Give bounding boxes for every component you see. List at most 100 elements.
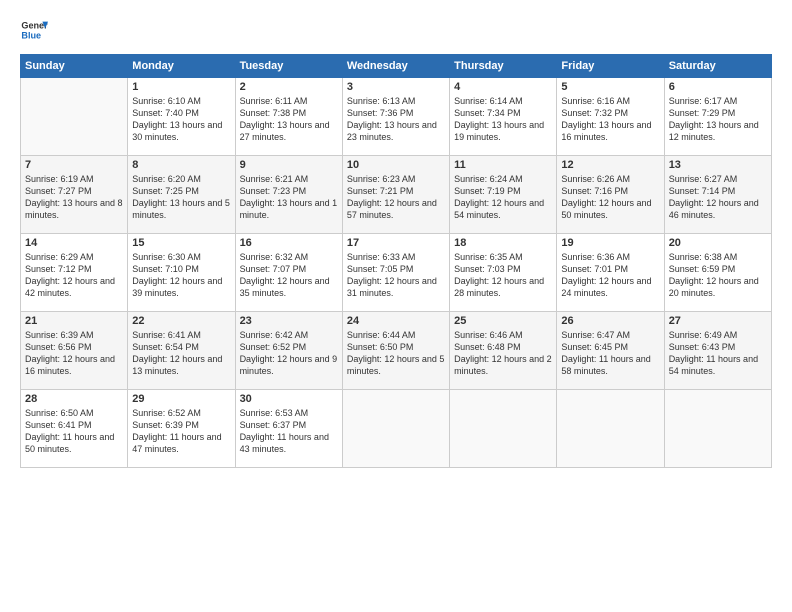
cell-sun-info: Sunrise: 6:14 AMSunset: 7:34 PMDaylight:… (454, 95, 552, 144)
day-number: 29 (132, 393, 230, 405)
cell-sun-info: Sunrise: 6:49 AMSunset: 6:43 PMDaylight:… (669, 329, 767, 378)
page: General Blue SundayMondayTuesdayWednesda… (0, 0, 792, 612)
day-number: 25 (454, 315, 552, 327)
day-number: 1 (132, 81, 230, 93)
day-number: 12 (561, 159, 659, 171)
day-number: 15 (132, 237, 230, 249)
cell-sun-info: Sunrise: 6:17 AMSunset: 7:29 PMDaylight:… (669, 95, 767, 144)
calendar-header-row: SundayMondayTuesdayWednesdayThursdayFrid… (21, 55, 772, 78)
cell-sun-info: Sunrise: 6:36 AMSunset: 7:01 PMDaylight:… (561, 251, 659, 300)
calendar-cell: 2 Sunrise: 6:11 AMSunset: 7:38 PMDaylight… (235, 78, 342, 156)
day-number: 20 (669, 237, 767, 249)
calendar-cell (342, 390, 449, 468)
day-number: 30 (240, 393, 338, 405)
cell-sun-info: Sunrise: 6:44 AMSunset: 6:50 PMDaylight:… (347, 329, 445, 378)
logo: General Blue (20, 16, 48, 44)
day-number: 16 (240, 237, 338, 249)
cell-sun-info: Sunrise: 6:50 AMSunset: 6:41 PMDaylight:… (25, 407, 123, 456)
day-number: 10 (347, 159, 445, 171)
calendar-week-row: 21 Sunrise: 6:39 AMSunset: 6:56 PMDayligh… (21, 312, 772, 390)
calendar-cell: 18 Sunrise: 6:35 AMSunset: 7:03 PMDayligh… (450, 234, 557, 312)
calendar-cell: 26 Sunrise: 6:47 AMSunset: 6:45 PMDayligh… (557, 312, 664, 390)
weekday-header-saturday: Saturday (664, 55, 771, 78)
calendar-cell: 19 Sunrise: 6:36 AMSunset: 7:01 PMDayligh… (557, 234, 664, 312)
day-number: 3 (347, 81, 445, 93)
calendar-cell: 16 Sunrise: 6:32 AMSunset: 7:07 PMDayligh… (235, 234, 342, 312)
cell-sun-info: Sunrise: 6:38 AMSunset: 6:59 PMDaylight:… (669, 251, 767, 300)
calendar-cell: 23Sunrise: 6:42 AMSunset: 6:52 PMDayligh… (235, 312, 342, 390)
cell-sun-info: Sunrise: 6:47 AMSunset: 6:45 PMDaylight:… (561, 329, 659, 378)
day-number: 2 (240, 81, 338, 93)
day-number: 24 (347, 315, 445, 327)
calendar-cell: 17 Sunrise: 6:33 AMSunset: 7:05 PMDayligh… (342, 234, 449, 312)
cell-sun-info: Sunrise: 6:35 AMSunset: 7:03 PMDaylight:… (454, 251, 552, 300)
cell-sun-info: Sunrise: 6:11 AMSunset: 7:38 PMDaylight:… (240, 95, 338, 144)
day-number: 19 (561, 237, 659, 249)
cell-sun-info: Sunrise: 6:20 AMSunset: 7:25 PMDaylight:… (132, 173, 230, 222)
calendar-cell (450, 390, 557, 468)
calendar-cell: 6 Sunrise: 6:17 AMSunset: 7:29 PMDaylight… (664, 78, 771, 156)
calendar-cell: 7 Sunrise: 6:19 AMSunset: 7:27 PMDaylight… (21, 156, 128, 234)
day-number: 11 (454, 159, 552, 171)
calendar-cell: 24 Sunrise: 6:44 AMSunset: 6:50 PMDayligh… (342, 312, 449, 390)
cell-sun-info: Sunrise: 6:33 AMSunset: 7:05 PMDaylight:… (347, 251, 445, 300)
calendar-cell: 9 Sunrise: 6:21 AMSunset: 7:23 PMDaylight… (235, 156, 342, 234)
cell-sun-info: Sunrise: 6:27 AMSunset: 7:14 PMDaylight:… (669, 173, 767, 222)
calendar-cell: 4Sunrise: 6:14 AMSunset: 7:34 PMDaylight… (450, 78, 557, 156)
calendar-cell (21, 78, 128, 156)
calendar-cell: 5Sunrise: 6:16 AMSunset: 7:32 PMDaylight… (557, 78, 664, 156)
cell-sun-info: Sunrise: 6:42 AMSunset: 6:52 PMDaylight:… (240, 329, 338, 378)
day-number: 14 (25, 237, 123, 249)
header: General Blue (20, 16, 772, 44)
cell-sun-info: Sunrise: 6:29 AMSunset: 7:12 PMDaylight:… (25, 251, 123, 300)
calendar-cell: 13Sunrise: 6:27 AMSunset: 7:14 PMDayligh… (664, 156, 771, 234)
day-number: 18 (454, 237, 552, 249)
svg-text:Blue: Blue (21, 30, 41, 40)
calendar-cell: 8Sunrise: 6:20 AMSunset: 7:25 PMDaylight… (128, 156, 235, 234)
calendar-cell: 28 Sunrise: 6:50 AMSunset: 6:41 PMDayligh… (21, 390, 128, 468)
day-number: 5 (561, 81, 659, 93)
calendar-cell: 3 Sunrise: 6:13 AMSunset: 7:36 PMDaylight… (342, 78, 449, 156)
cell-sun-info: Sunrise: 6:19 AMSunset: 7:27 PMDaylight:… (25, 173, 123, 222)
weekday-header-sunday: Sunday (21, 55, 128, 78)
logo-icon: General Blue (20, 16, 48, 44)
day-number: 6 (669, 81, 767, 93)
calendar-cell: 11 Sunrise: 6:24 AMSunset: 7:19 PMDayligh… (450, 156, 557, 234)
day-number: 21 (25, 315, 123, 327)
cell-sun-info: Sunrise: 6:26 AMSunset: 7:16 PMDaylight:… (561, 173, 659, 222)
cell-sun-info: Sunrise: 6:24 AMSunset: 7:19 PMDaylight:… (454, 173, 552, 222)
cell-sun-info: Sunrise: 6:10 AMSunset: 7:40 PMDaylight:… (132, 95, 230, 144)
calendar-week-row: 14 Sunrise: 6:29 AMSunset: 7:12 PMDayligh… (21, 234, 772, 312)
cell-sun-info: Sunrise: 6:52 AMSunset: 6:39 PMDaylight:… (132, 407, 230, 456)
weekday-header-thursday: Thursday (450, 55, 557, 78)
weekday-header-tuesday: Tuesday (235, 55, 342, 78)
cell-sun-info: Sunrise: 6:32 AMSunset: 7:07 PMDaylight:… (240, 251, 338, 300)
calendar-cell: 20 Sunrise: 6:38 AMSunset: 6:59 PMDayligh… (664, 234, 771, 312)
cell-sun-info: Sunrise: 6:13 AMSunset: 7:36 PMDaylight:… (347, 95, 445, 144)
calendar-cell: 14 Sunrise: 6:29 AMSunset: 7:12 PMDayligh… (21, 234, 128, 312)
day-number: 7 (25, 159, 123, 171)
calendar-week-row: 7 Sunrise: 6:19 AMSunset: 7:27 PMDaylight… (21, 156, 772, 234)
calendar-week-row: 28 Sunrise: 6:50 AMSunset: 6:41 PMDayligh… (21, 390, 772, 468)
cell-sun-info: Sunrise: 6:39 AMSunset: 6:56 PMDaylight:… (25, 329, 123, 378)
day-number: 17 (347, 237, 445, 249)
calendar-cell: 29 Sunrise: 6:52 AMSunset: 6:39 PMDayligh… (128, 390, 235, 468)
calendar-cell: 21 Sunrise: 6:39 AMSunset: 6:56 PMDayligh… (21, 312, 128, 390)
day-number: 28 (25, 393, 123, 405)
calendar-cell (664, 390, 771, 468)
cell-sun-info: Sunrise: 6:21 AMSunset: 7:23 PMDaylight:… (240, 173, 338, 222)
cell-sun-info: Sunrise: 6:41 AMSunset: 6:54 PMDaylight:… (132, 329, 230, 378)
weekday-header-monday: Monday (128, 55, 235, 78)
cell-sun-info: Sunrise: 6:46 AMSunset: 6:48 PMDaylight:… (454, 329, 552, 378)
calendar-cell: 12 Sunrise: 6:26 AMSunset: 7:16 PMDayligh… (557, 156, 664, 234)
calendar-cell: 25 Sunrise: 6:46 AMSunset: 6:48 PMDayligh… (450, 312, 557, 390)
day-number: 9 (240, 159, 338, 171)
cell-sun-info: Sunrise: 6:23 AMSunset: 7:21 PMDaylight:… (347, 173, 445, 222)
calendar-cell (557, 390, 664, 468)
day-number: 26 (561, 315, 659, 327)
day-number: 27 (669, 315, 767, 327)
calendar-week-row: 1 Sunrise: 6:10 AMSunset: 7:40 PMDaylight… (21, 78, 772, 156)
weekday-header-wednesday: Wednesday (342, 55, 449, 78)
calendar-cell: 1 Sunrise: 6:10 AMSunset: 7:40 PMDaylight… (128, 78, 235, 156)
day-number: 22 (132, 315, 230, 327)
